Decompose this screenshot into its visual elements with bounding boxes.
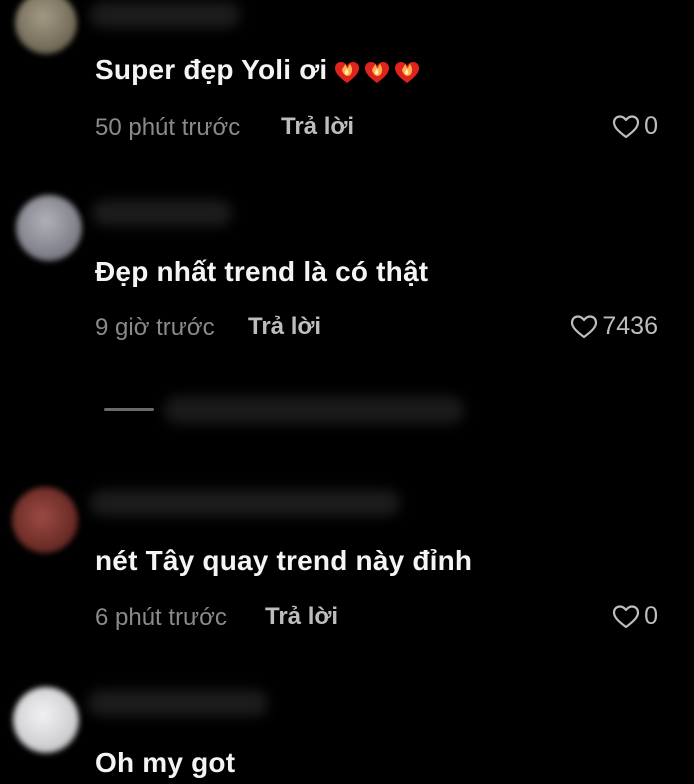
view-replies-button[interactable] xyxy=(104,394,464,426)
like-button[interactable]: 0 xyxy=(612,602,658,631)
heart-outline-icon xyxy=(571,314,598,338)
comment-text-content: Super đẹp Yoli ơi xyxy=(95,54,328,85)
heart-on-fire-emoji xyxy=(365,61,390,83)
avatar[interactable] xyxy=(12,487,78,553)
like-button[interactable]: 0 xyxy=(612,112,658,141)
username-redacted xyxy=(90,490,400,516)
avatar[interactable] xyxy=(15,0,77,54)
divider xyxy=(104,408,154,411)
heart-on-fire-emoji xyxy=(335,61,360,83)
comment-timestamp: 6 phút trước xyxy=(95,604,227,631)
like-count: 0 xyxy=(644,602,658,630)
heart-outline-icon xyxy=(612,604,640,628)
heart-on-fire-emoji xyxy=(395,61,420,83)
heart-on-fire-emoji-group xyxy=(333,58,421,86)
comment-text: Super đẹp Yoli ơi xyxy=(95,54,421,86)
reply-button[interactable]: Trả lời xyxy=(248,313,321,341)
reply-button[interactable]: Trả lời xyxy=(265,603,338,631)
comment-text: nét Tây quay trend này đỉnh xyxy=(95,545,473,576)
comment-timestamp: 9 giờ trước xyxy=(95,314,215,341)
username-redacted xyxy=(92,200,232,226)
avatar[interactable] xyxy=(16,195,82,261)
comment-text: Đẹp nhất trend là có thật xyxy=(95,256,429,287)
comment-timestamp: 50 phút trước xyxy=(95,114,241,141)
heart-outline-icon xyxy=(612,114,640,138)
like-button[interactable]: 7436 xyxy=(570,312,658,341)
username-redacted xyxy=(88,690,268,716)
like-count: 0 xyxy=(644,112,658,140)
reply-button[interactable]: Trả lời xyxy=(281,113,354,141)
like-count: 7436 xyxy=(602,312,658,340)
view-replies-label-redacted xyxy=(164,396,464,424)
avatar[interactable] xyxy=(13,687,79,753)
username-redacted xyxy=(90,2,240,28)
comment-text: Oh my got xyxy=(95,747,236,778)
